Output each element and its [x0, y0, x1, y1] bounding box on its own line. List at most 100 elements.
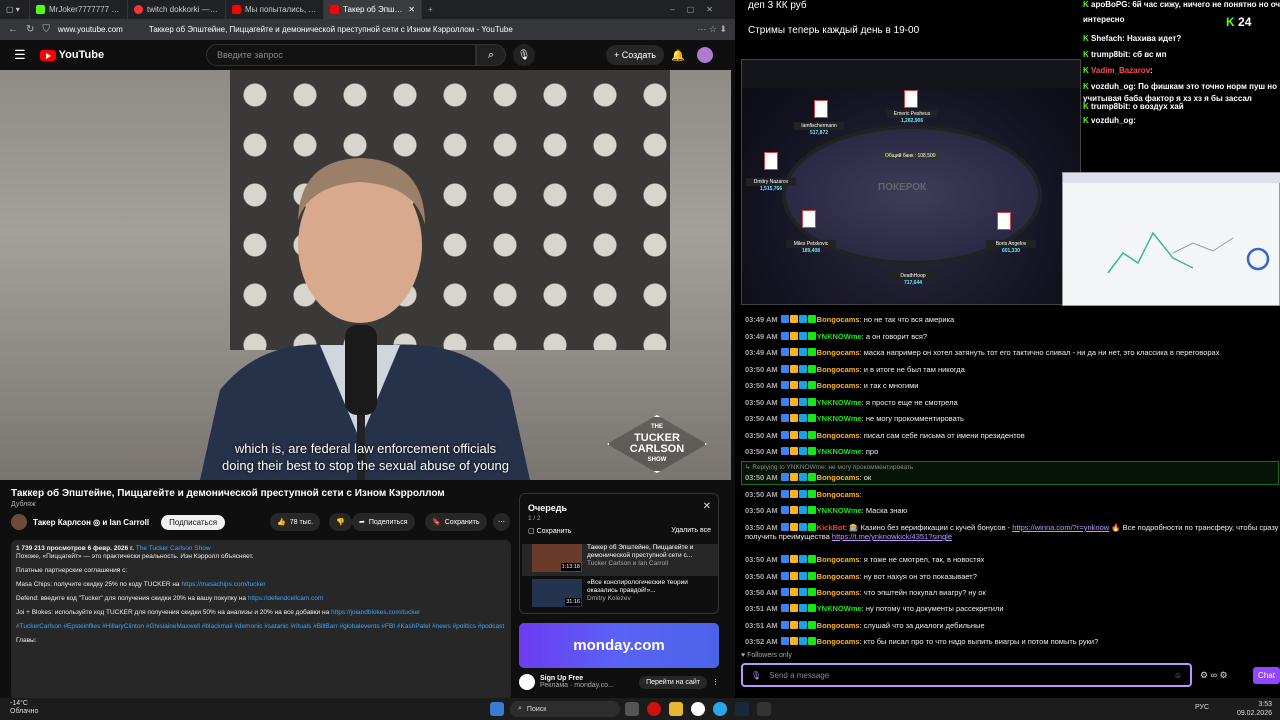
more-icon[interactable]: ⋮ — [712, 678, 719, 686]
mic-icon[interactable]: 🎙 — [513, 44, 535, 66]
chat-username[interactable]: Bongocams — [817, 572, 860, 581]
steam-icon[interactable] — [735, 702, 749, 716]
ad-cta-button[interactable]: Перейти на сайт — [639, 675, 707, 689]
chat-username[interactable]: vozduh_og — [1091, 116, 1133, 125]
chat-username[interactable]: YNKNOWme — [817, 414, 862, 423]
chat-username[interactable]: YNKNOWme — [817, 506, 862, 515]
badge-icon — [807, 506, 816, 514]
chat-username[interactable]: Bongocams — [817, 637, 860, 646]
chat-username[interactable]: YNKNOWme — [817, 332, 862, 341]
tab-0[interactable]: MrJoker7777777 Clips - W — [30, 0, 128, 19]
tab-3-active[interactable]: Такер об Эпштейне✕ — [324, 0, 422, 19]
youtube-play-icon — [39, 49, 56, 61]
app-icon[interactable] — [757, 702, 771, 716]
video-player[interactable]: which is, are federal law enforcement of… — [0, 70, 731, 480]
weather-widget[interactable]: -14°C Облачно — [10, 700, 38, 716]
more-icon[interactable]: ⋯ — [493, 513, 510, 531]
tab-2[interactable]: Мы попытались, но что-т — [226, 0, 324, 19]
youtube-logo[interactable]: YouTube — [39, 49, 104, 61]
dislike-button[interactable]: 👎 — [329, 513, 352, 531]
mic-icon[interactable]: 🎙 — [751, 671, 761, 680]
chat-link[interactable]: https://t.me/ynknowkick/4351?single — [832, 532, 952, 541]
chat-username[interactable]: Shefach — [1091, 34, 1122, 43]
opera-icon[interactable] — [647, 702, 661, 716]
chat-username[interactable]: Bongocams — [817, 490, 860, 499]
queue-save-button[interactable]: ▢ Сохранить — [528, 527, 571, 535]
windows-start-icon[interactable] — [490, 702, 504, 716]
badge-icon — [789, 572, 798, 580]
chat-text: : По фишкам это точно норм пуш но — [1133, 82, 1277, 91]
avatar[interactable] — [697, 47, 713, 63]
chat-message: 03:50 AM YNKNOWme: Маска знаю — [745, 506, 908, 515]
chat-username[interactable]: YNKNOWme — [817, 447, 862, 456]
settings-icon[interactable]: ⚙ ∞ ⚙ — [1200, 670, 1228, 681]
chat-username[interactable]: Bongocams — [817, 381, 860, 390]
badge-icon — [780, 315, 789, 323]
chat-link[interactable]: https://winna.com/?r=ynknow — [1012, 523, 1109, 532]
badge-icon — [798, 431, 807, 439]
close-icon[interactable]: ✕ — [408, 5, 415, 14]
telegram-icon[interactable] — [713, 702, 727, 716]
queue-item[interactable]: 1:13:18 Таккер об Эпштейне, Пиццагейте и… — [522, 544, 718, 576]
language-indicator[interactable]: РУС — [1195, 704, 1209, 711]
chat-text: : — [1150, 66, 1153, 75]
channel-name[interactable]: Такер Карлсон ◎ и Ian Carroll — [33, 518, 149, 527]
like-button[interactable]: 👍 78 тыс. — [270, 513, 321, 531]
share-button[interactable]: ➦ Поделиться — [352, 513, 415, 531]
task-view-icon[interactable] — [625, 702, 639, 716]
window-controls[interactable]: –▢✕ — [670, 5, 725, 14]
top-chat-message: K Vadim_Bazarov: — [1083, 66, 1153, 75]
subscribe-button[interactable]: Подписаться — [161, 514, 226, 530]
badge-icon — [798, 315, 807, 323]
chat-username[interactable]: Bongocams — [817, 431, 860, 440]
chat-username[interactable]: Bongocams — [817, 365, 860, 374]
tab-actions[interactable]: ▢ ▾ — [0, 0, 30, 19]
badge-icon — [807, 637, 816, 645]
reload-icon[interactable]: ↻ — [26, 24, 34, 35]
chat-username[interactable]: Bongocams — [817, 621, 860, 630]
chat-username[interactable]: trump8bit — [1091, 102, 1128, 111]
kick-icon: K — [1226, 15, 1235, 29]
taskbar-search[interactable]: ⌕ Поиск — [510, 701, 620, 717]
queue-delete-all-button[interactable]: Удалить все — [671, 527, 711, 534]
chat-username[interactable]: vozduh_og — [1091, 82, 1133, 91]
chat-username[interactable]: Bongocams — [817, 473, 860, 482]
chat-username[interactable]: apoBoPG — [1091, 0, 1127, 9]
search-icon[interactable]: ⌕ — [476, 44, 506, 66]
toolbar-icons[interactable]: ⋯ ☆ ⬇ — [697, 24, 727, 35]
chat-text: не могу прокомментировать — [865, 414, 964, 423]
close-icon[interactable]: ✕ — [703, 501, 711, 512]
back-icon[interactable]: ← — [8, 24, 18, 35]
queue-item[interactable]: 31:16 «Все конспирологические теории ока… — [522, 579, 718, 611]
search-input[interactable]: Введите запрос — [206, 44, 476, 66]
chat-username[interactable]: YNKNOWme — [817, 398, 862, 407]
chat-username[interactable]: Bongocams — [817, 348, 860, 357]
chat-input[interactable]: 🎙 Send a message ☺ — [741, 663, 1192, 687]
tab-1[interactable]: twitch dokkorki — Яндекс — [128, 0, 226, 19]
yandex-icon[interactable] — [691, 702, 705, 716]
chat-username[interactable]: Bongocams — [817, 588, 860, 597]
chat-message: 03:50 AM Bongocams: я тоже не смотрел, та… — [745, 555, 985, 564]
folder-icon[interactable] — [669, 702, 683, 716]
create-button[interactable]: + Создать — [606, 45, 664, 65]
new-tab-button[interactable]: + — [428, 5, 433, 14]
chat-username[interactable]: KickBot — [817, 523, 845, 532]
emoji-icon[interactable]: ☺ — [1174, 671, 1182, 680]
chat-username[interactable]: Bongocams — [817, 315, 860, 324]
bell-icon[interactable]: 🔔 — [671, 49, 685, 62]
address-bar: ← ↻ ⛉ www.youtube.com Таккер об Эпштейне… — [0, 19, 735, 40]
chat-username[interactable]: Vadim_Bazarov — [1091, 66, 1150, 75]
clock[interactable]: 3:53 09.02.2026 — [1237, 700, 1272, 718]
menu-icon[interactable]: ☰ — [14, 47, 26, 63]
description-box[interactable]: 1 739 213 просмотров 6 февр. 2026 г. The… — [11, 540, 511, 700]
channel-avatar[interactable] — [11, 514, 27, 530]
chat-username[interactable]: YNKNOWme — [817, 604, 862, 613]
chat-message: 03:49 AM YNKNOWme: а он говорит вся? — [745, 332, 928, 341]
chat-username[interactable]: Bongocams — [817, 555, 860, 564]
chat-username[interactable]: trump8bit — [1091, 50, 1128, 59]
shield-icon[interactable]: ⛉ — [42, 24, 50, 35]
chat-send-button[interactable]: Chat — [1253, 667, 1280, 684]
url-field[interactable]: www.youtube.com — [58, 25, 123, 34]
save-button[interactable]: 🔖 Сохранить — [425, 513, 487, 531]
ad-banner[interactable]: monday.com — [519, 623, 719, 668]
